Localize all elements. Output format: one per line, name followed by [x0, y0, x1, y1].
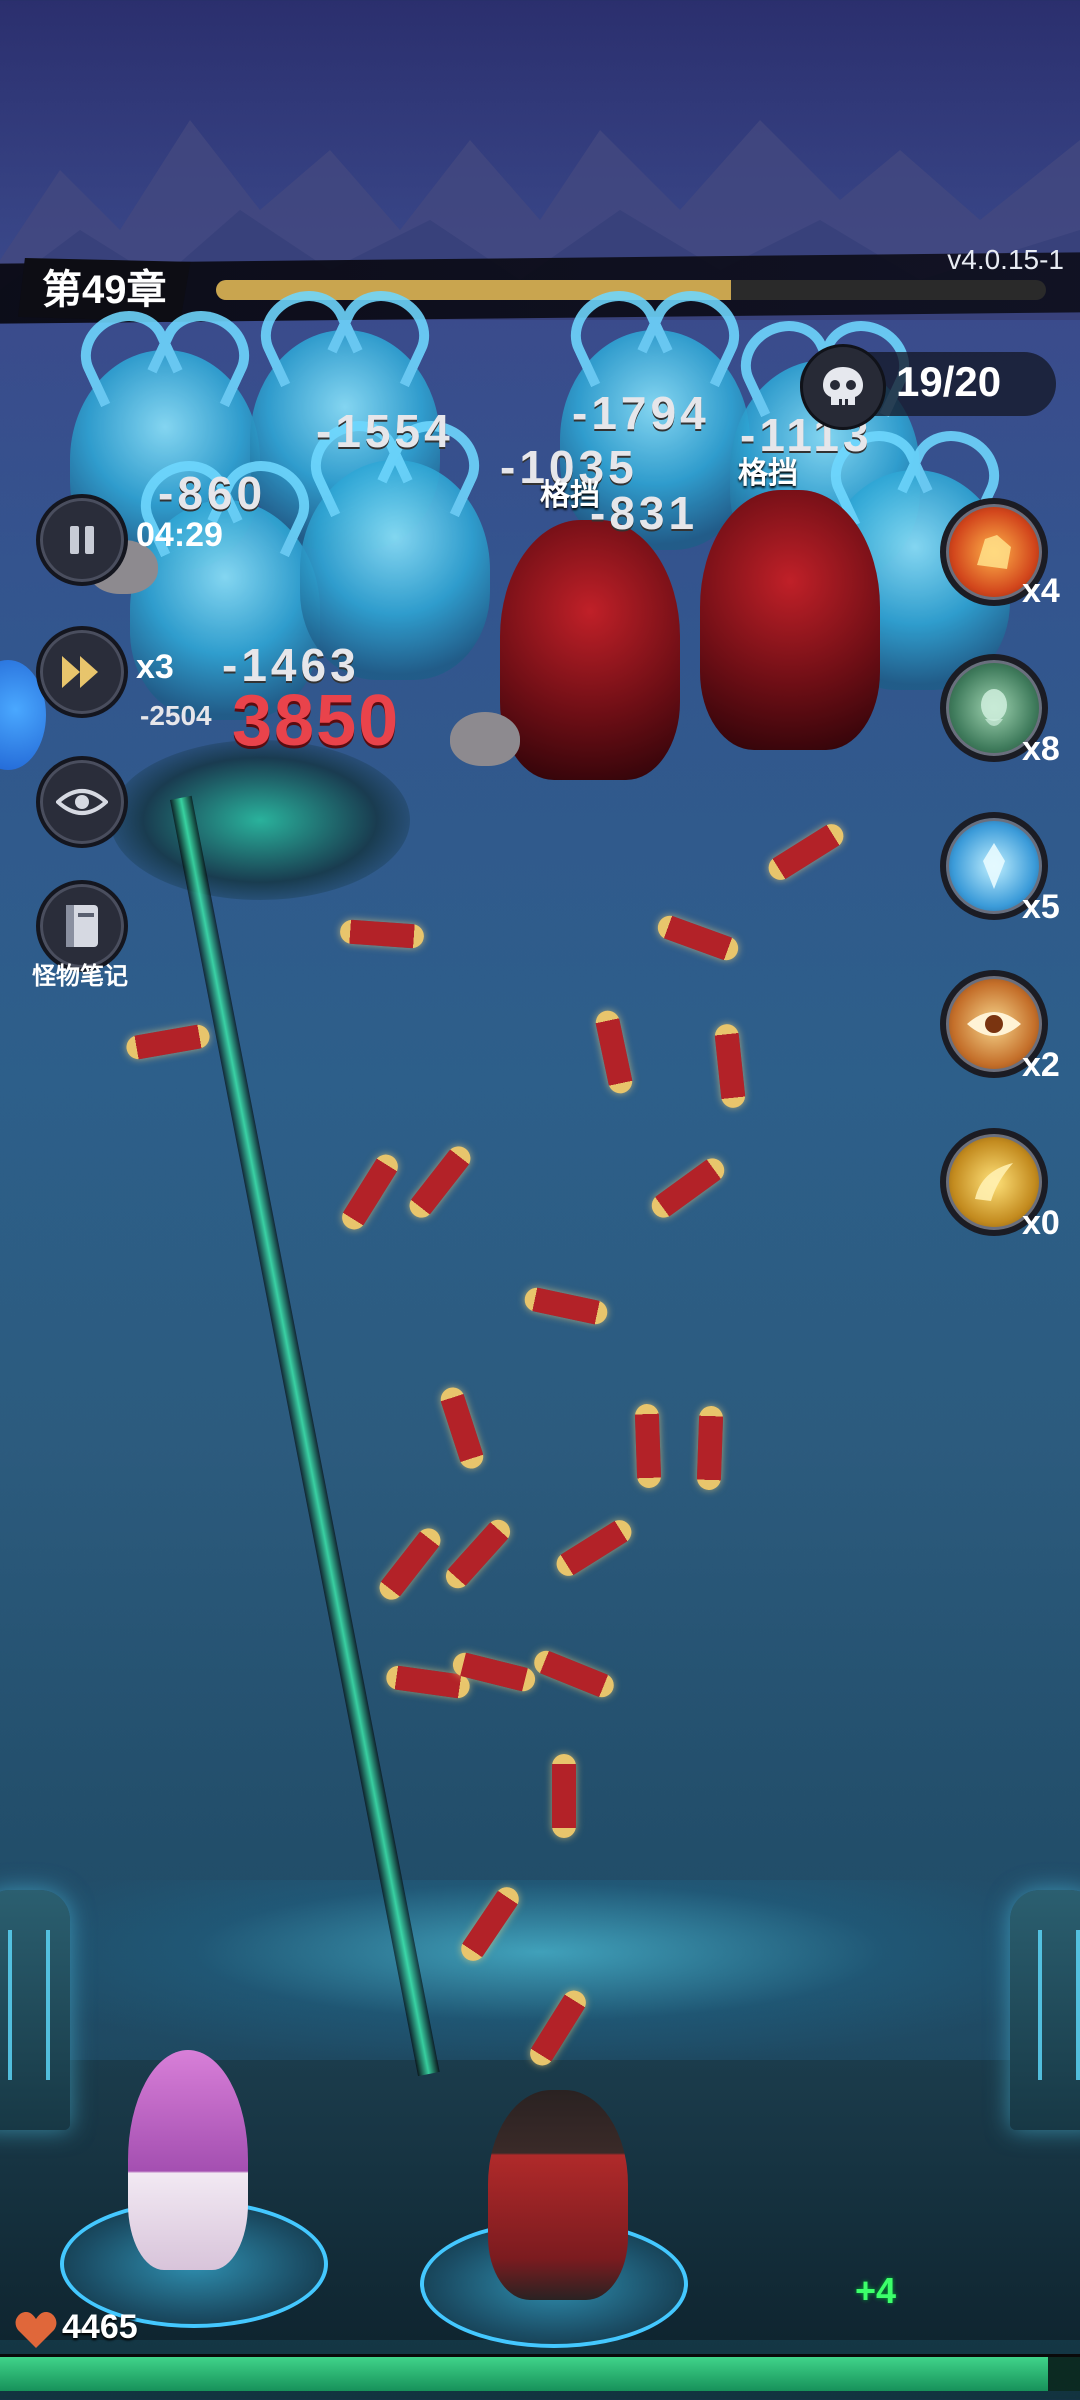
skill-count-1: x4 — [1022, 572, 1060, 610]
monkey-warrior-hero[interactable] — [488, 2090, 628, 2300]
eye-icon — [56, 789, 108, 815]
skill-count-5: x0 — [1022, 1204, 1060, 1242]
scroll-projectile — [696, 1405, 724, 1491]
notebook-icon — [66, 905, 98, 947]
scroll-projectile — [124, 1022, 212, 1062]
damage-number: -860 — [158, 467, 267, 519]
scroll-projectile — [552, 1754, 576, 1838]
skill-count-3: x5 — [1022, 888, 1060, 926]
kill-counter-badge — [800, 344, 886, 430]
left-rune-pillar — [0, 1890, 70, 2130]
player-hp-value: 4465 — [62, 2308, 138, 2346]
scroll-projectile — [634, 1403, 662, 1489]
battle-timer: 04:29 — [136, 516, 223, 554]
scroll-projectile — [440, 1514, 516, 1594]
skill-count-2: x8 — [1022, 730, 1060, 768]
speed-button[interactable] — [36, 626, 128, 718]
scroll-projectile — [404, 1141, 476, 1223]
heart-icon — [15, 2312, 57, 2348]
critical-damage-number: 3850 — [232, 681, 401, 761]
fast-forward-icon — [62, 656, 98, 688]
right-rune-pillar — [1010, 1890, 1080, 2130]
scroll-projectile — [654, 912, 742, 964]
skull-icon — [823, 367, 863, 405]
block-label: 格挡 — [738, 457, 798, 490]
speed-multiplier: x3 — [136, 648, 174, 686]
heal-popup: +4 — [855, 2270, 897, 2311]
monster-notes-label: 怪物笔记 — [32, 963, 128, 990]
scroll-projectile — [339, 919, 425, 949]
scroll-projectile — [552, 1515, 636, 1581]
scroll-projectile — [374, 1523, 446, 1605]
damage-number: -2504 — [140, 700, 212, 731]
scroll-projectile — [713, 1022, 747, 1110]
red-demon-enemy — [700, 490, 880, 750]
damage-number: -1554 — [316, 405, 454, 457]
kill-count-text: 19/20 — [896, 358, 1002, 405]
poison-cloud-effect — [110, 740, 410, 900]
grey-rat-enemy — [450, 712, 520, 766]
pause-icon — [70, 526, 94, 554]
scroll-projectile — [337, 1150, 403, 1234]
golden-horn-icon — [975, 1163, 1013, 1201]
scroll-projectile — [646, 1153, 730, 1223]
green-spirit-icon — [981, 689, 1007, 726]
scroll-projectile — [530, 1647, 618, 1701]
player-hp-fill — [0, 2357, 1048, 2391]
scroll-projectile — [764, 819, 848, 885]
fire-fist-icon — [977, 535, 1011, 569]
version-label: v4.0.15-1 — [947, 244, 1064, 275]
player-hp-bar — [0, 2354, 1080, 2391]
damage-number: -831 — [590, 487, 699, 539]
skill-count-4: x2 — [1022, 1046, 1060, 1084]
pink-hair-swordswoman-hero[interactable] — [128, 2050, 248, 2270]
block-label: 格挡 — [540, 479, 600, 512]
eye-icon — [967, 1012, 1021, 1036]
scroll-projectile — [593, 1008, 635, 1096]
damage-number: -1794 — [572, 387, 710, 439]
scroll-projectile — [522, 1285, 610, 1327]
red-demon-enemy — [500, 520, 680, 780]
scroll-projectile — [437, 1384, 487, 1472]
chapter-label: 第49章 — [18, 258, 191, 322]
pause-button[interactable] — [36, 494, 128, 586]
ice-crystal-icon — [983, 843, 1005, 889]
view-toggle-button[interactable] — [36, 756, 128, 848]
